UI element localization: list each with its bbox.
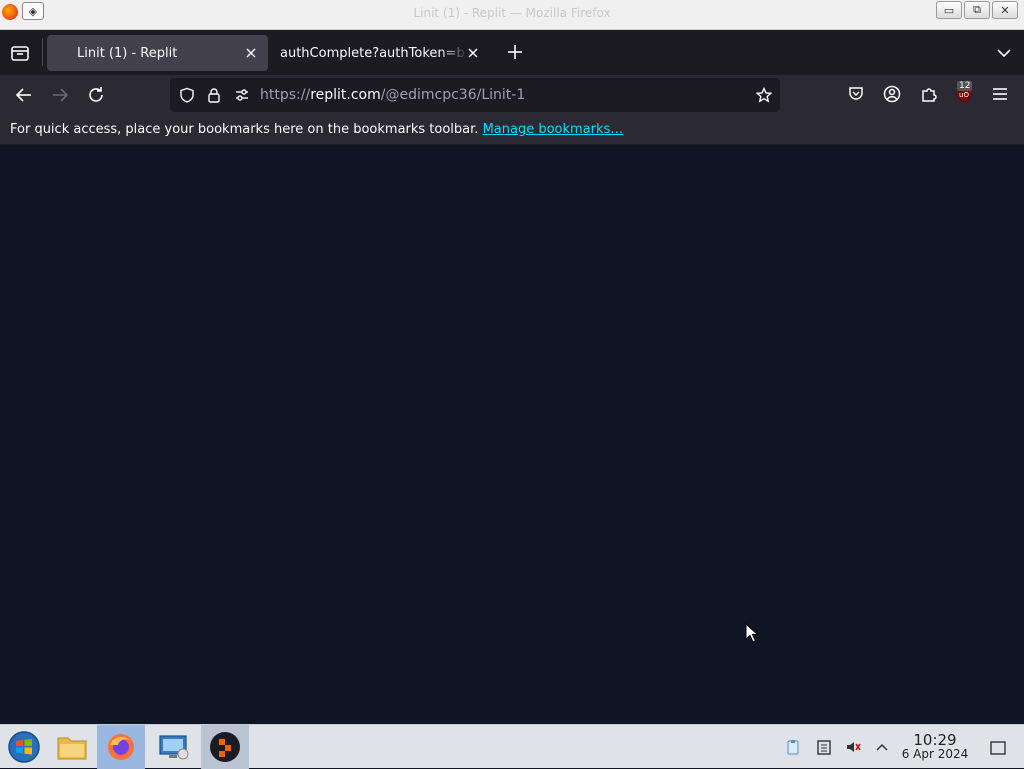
clipboard-tray-icon[interactable] [785,739,801,755]
bookmarks-hint: For quick access, place your bookmarks h… [10,122,623,137]
extension-badge: 12 [957,81,973,91]
tab-auth-complete[interactable]: authComplete?authToken=b [270,35,490,71]
reload-icon[interactable] [86,85,106,105]
tab-label: Linit (1) - Replit [77,45,178,61]
mouse-cursor-icon [745,623,759,643]
forward-icon[interactable] [50,85,70,105]
permissions-icon[interactable] [234,87,250,103]
manage-bookmarks-link[interactable]: Manage bookmarks… [483,122,624,137]
tab-separator [42,38,43,66]
maximize-button[interactable]: ⧉ [964,1,990,19]
close-window-button[interactable]: ✕ [992,1,1018,19]
account-icon[interactable] [883,85,901,103]
url-scheme: https:// [260,87,311,103]
page-content[interactable] [0,146,1024,724]
tab-linit-replit[interactable]: Linit (1) - Replit [47,35,268,71]
url-text[interactable]: https://replit.com/@edimcpc36/Linit-1 [260,87,525,103]
list-all-tabs-icon[interactable] [996,45,1012,61]
window-titlebar: ◈ Linit (1) - Replit — Mozilla Firefox ▭… [0,0,1024,30]
show-desktop-icon[interactable] [989,739,1007,757]
nav-bar: https://replit.com/@edimcpc36/Linit-1 uO… [0,75,1024,115]
bookmarks-toolbar: For quick access, place your bookmarks h… [0,115,1024,145]
taskbar [0,724,1024,769]
folder-icon [57,737,87,760]
close-tab-icon[interactable] [244,46,258,60]
taskbar-remote-desktop[interactable] [150,725,198,769]
close-tab-icon[interactable] [466,46,480,60]
show-hidden-icons-icon[interactable] [874,739,890,755]
start-orb-icon [8,731,40,763]
url-path: /@edimcpc36/Linit-1 [380,87,526,103]
remote-desktop-icon [159,735,189,760]
tab-label: authComplete?authToken=b [280,45,465,61]
volume-muted-icon[interactable] [845,739,861,755]
tab-strip: Linit (1) - Replit authComplete?authToke… [0,30,1024,75]
bookmark-star-icon[interactable] [756,87,772,103]
bookmarks-hint-text: For quick access, place your bookmarks h… [10,122,479,137]
replit-icon [210,732,240,762]
start-menu-button[interactable] [0,725,48,769]
clock-date[interactable]: 6 Apr 2024 [896,747,974,761]
taskbar-firefox[interactable] [97,725,145,769]
window-title: Linit (1) - Replit — Mozilla Firefox [413,6,611,20]
tracking-protection-icon[interactable] [179,87,195,103]
url-bar[interactable]: https://replit.com/@edimcpc36/Linit-1 [170,78,780,112]
pocket-icon[interactable] [847,85,865,103]
new-tab-icon[interactable] [505,42,525,62]
url-host: replit.com [310,87,381,103]
taskbar-replit[interactable] [201,725,249,769]
back-icon[interactable] [14,85,34,105]
taskbar-file-manager[interactable] [48,725,96,769]
minimize-button[interactable]: ▭ [936,1,962,19]
notes-tray-icon[interactable] [816,739,832,755]
lock-icon[interactable] [206,87,222,103]
svg-text:uO: uO [959,91,969,99]
firefox-taskbar-icon [108,734,134,760]
extensions-icon[interactable] [920,85,938,103]
firefox-view-icon[interactable] [10,43,30,63]
app-menu-icon[interactable] [991,85,1009,103]
